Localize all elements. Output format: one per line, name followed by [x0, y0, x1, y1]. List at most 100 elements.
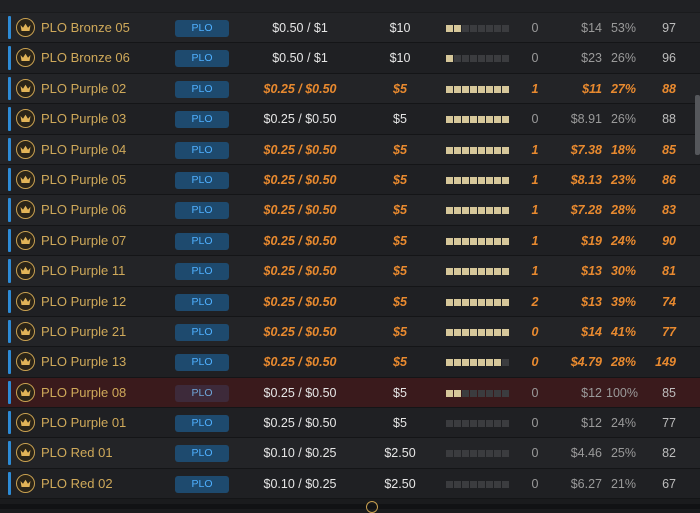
seats-occupancy-bar: [446, 328, 509, 336]
waiting-count: 1: [531, 81, 539, 96]
crown-icon: [16, 321, 35, 341]
seats-occupancy-bar: [446, 420, 509, 428]
table-name: PLO Red 02: [41, 475, 113, 491]
seat-segment: [470, 480, 477, 488]
table-row[interactable]: PLO Purple 08 PLO $0.25 / $0.50 $5 0 $12 100% 8…: [0, 377, 700, 409]
stakes-cell: $0.25 / $0.50: [263, 416, 337, 431]
seat-segment: [462, 55, 469, 63]
seat-segment: [486, 298, 493, 306]
avg-pot: $14: [581, 21, 602, 35]
seat-segment: [486, 450, 493, 458]
buyin-cell: $5: [393, 233, 407, 248]
stakes-cell: $0.50 / $1: [272, 51, 328, 66]
table-name: PLO Purple 08: [41, 384, 127, 400]
seat-segment: [494, 450, 501, 458]
seat-segment: [454, 268, 461, 276]
table-row[interactable]: PLO Red 02 PLO $0.10 / $0.25 $2.50 0 $6.27 21%…: [0, 468, 700, 500]
table-row[interactable]: PLO Purple 01 PLO $0.25 / $0.50 $5 0 $12 24% 77: [0, 408, 700, 439]
seat-segment: [486, 85, 493, 93]
seat-segment: [462, 207, 469, 215]
table-row[interactable]: PLO Bronze 06 PLO $0.50 / $1 $10 0 $23 26% 96: [0, 43, 700, 74]
players-per-flop: 25%: [610, 446, 636, 461]
game-type-badge: PLO: [175, 111, 229, 129]
avg-pot: $7.28: [570, 203, 602, 218]
hands-per-hour: 77: [662, 324, 676, 339]
seat-segment: [494, 116, 501, 124]
seats-occupancy-bar: [446, 268, 509, 276]
table-row[interactable]: PLO Purple 02 PLO $0.25 / $0.50 $5 1 $11 27% 88: [0, 73, 700, 105]
crown-icon: [16, 261, 35, 281]
table-row[interactable]: PLO Purple 05 PLO $0.25 / $0.50 $5 1 $8.13 23%…: [0, 164, 700, 196]
game-type-badge: PLO: [175, 50, 229, 68]
avg-pot: $8.91: [570, 112, 602, 127]
seat-segment: [462, 25, 469, 32]
seat-segment: [446, 298, 453, 306]
scrollbar-thumb[interactable]: [695, 95, 700, 155]
avg-pot: $13: [581, 294, 602, 309]
seat-segment: [494, 207, 501, 215]
table-row[interactable]: PLO Bronze 05 PLO $0.50 / $1 $10 0 $14 53% 97: [0, 13, 700, 44]
game-type-badge: PLO: [175, 80, 229, 98]
seat-segment: [494, 298, 501, 306]
seat-segment: [478, 268, 485, 276]
seat-segment: [446, 176, 453, 184]
table-row[interactable]: PLO Purple 21 PLO $0.25 / $0.50 $5 0 $14 41% 77: [0, 316, 700, 348]
seat-segment: [478, 55, 485, 63]
game-type-badge: PLO: [175, 20, 229, 37]
seat-segment: [486, 480, 493, 488]
crown-icon: [16, 78, 35, 98]
seat-segment: [502, 328, 509, 336]
seat-segment: [502, 298, 509, 306]
seat-segment: [470, 328, 477, 336]
table-row[interactable]: PLO Red 01 PLO $0.10 / $0.25 $2.50 0 $4.46 25%…: [0, 438, 700, 469]
seat-segment: [462, 176, 469, 184]
coin-icon[interactable]: [366, 501, 378, 513]
seat-segment: [502, 25, 509, 32]
seat-segment: [478, 176, 485, 184]
table-row[interactable]: PLO Purple 07 PLO $0.25 / $0.50 $5 1 $19 24% 90: [0, 225, 700, 257]
buyin-cell: $10: [389, 51, 411, 66]
seats-occupancy-bar: [446, 207, 509, 215]
seat-segment: [446, 389, 453, 397]
seat-segment: [446, 480, 453, 488]
seat-segment: [494, 389, 501, 397]
buyin-cell: $5: [393, 81, 407, 96]
table-name: PLO Bronze 06: [41, 50, 130, 66]
seat-segment: [454, 146, 461, 154]
crown-icon: [16, 382, 35, 402]
seat-segment: [470, 450, 477, 458]
seat-segment: [470, 25, 477, 32]
seat-segment: [486, 207, 493, 215]
waiting-count: 0: [531, 476, 539, 491]
buyin-cell: $5: [393, 264, 407, 279]
players-per-flop: 53%: [610, 21, 636, 35]
seat-segment: [454, 25, 461, 32]
avg-pot: $23: [581, 51, 602, 66]
table-row[interactable]: PLO Purple 13 PLO $0.25 / $0.50 $5 0 $4.79 28%…: [0, 347, 700, 378]
hands-per-hour: 149: [655, 355, 676, 370]
crown-icon: [16, 413, 35, 433]
seat-segment: [502, 116, 509, 124]
row-accent-bar: [8, 259, 11, 283]
seat-segment: [454, 389, 461, 397]
table-row[interactable]: PLO Purple 06 PLO $0.25 / $0.50 $5 1 $7.28 28%…: [0, 195, 700, 226]
seat-segment: [446, 55, 453, 63]
row-accent-bar: [8, 289, 11, 313]
table-name: PLO Purple 05: [41, 171, 127, 187]
seat-segment: [454, 359, 461, 367]
seat-segment: [494, 146, 501, 154]
crown-icon: [16, 230, 35, 250]
table-row[interactable]: PLO Purple 04 PLO $0.25 / $0.50 $5 1 $7.38 18%…: [0, 134, 700, 165]
seat-segment: [470, 85, 477, 93]
hands-per-hour: 97: [662, 21, 676, 35]
game-type-badge: PLO: [175, 475, 229, 493]
table-row[interactable]: PLO Purple 12 PLO $0.25 / $0.50 $5 2 $13 39% 74: [0, 286, 700, 317]
avg-pot: $4.79: [570, 355, 602, 370]
hands-per-hour: 85: [662, 385, 676, 400]
row-accent-bar: [8, 107, 11, 131]
seats-occupancy-bar: [446, 146, 509, 154]
table-name: PLO Bronze 05: [41, 20, 130, 35]
stakes-cell: $0.25 / $0.50: [263, 294, 337, 309]
table-row[interactable]: PLO Purple 11 PLO $0.25 / $0.50 $5 1 $13 30% 81: [0, 256, 700, 287]
table-row[interactable]: PLO Purple 03 PLO $0.25 / $0.50 $5 0 $8.91 26%…: [0, 104, 700, 135]
